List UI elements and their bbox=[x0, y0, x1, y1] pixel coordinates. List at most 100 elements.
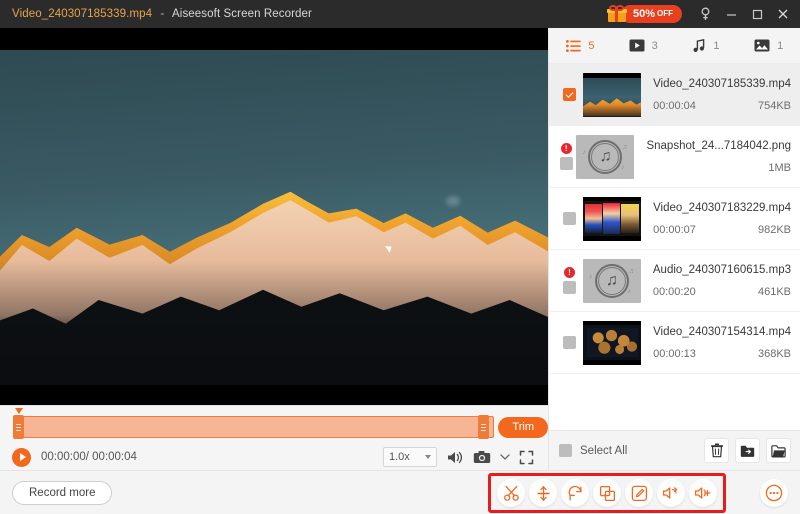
select-all-checkbox[interactable] bbox=[559, 444, 572, 457]
transport-bar: Trim 00:00:00/ 00:00:04 1.0x bbox=[0, 405, 548, 470]
trim-handle-right[interactable] bbox=[478, 415, 489, 439]
more-tool[interactable] bbox=[760, 479, 788, 507]
item-filename: Snapshot_24...7184042.png bbox=[646, 140, 791, 152]
filter-audio[interactable]: 1 bbox=[675, 28, 738, 64]
split-tool[interactable] bbox=[529, 479, 557, 507]
list-item[interactable]: Video_240307183229.mp4 00:00:07 982KB bbox=[549, 188, 800, 250]
crop-tool[interactable] bbox=[593, 479, 621, 507]
item-select-area[interactable]: ! bbox=[559, 143, 573, 170]
trim-range[interactable] bbox=[14, 416, 494, 438]
item-meta: Audio_240307160615.mp3 00:00:20 461KB bbox=[653, 264, 800, 298]
music-note-icon: ♫ bbox=[595, 264, 629, 298]
close-button[interactable] bbox=[770, 0, 796, 28]
export-button[interactable] bbox=[735, 438, 760, 463]
fullscreen-icon[interactable] bbox=[519, 450, 534, 465]
key-icon[interactable] bbox=[692, 0, 718, 28]
warning-icon: ! bbox=[561, 143, 572, 154]
item-checkbox[interactable] bbox=[563, 336, 576, 349]
delete-button[interactable] bbox=[704, 438, 729, 463]
title-file-name: Video_240307185339.mp4 bbox=[12, 8, 152, 20]
media-panel-actions bbox=[704, 438, 791, 463]
title-bar-controls: 50% OFF bbox=[607, 0, 800, 28]
volume-tool[interactable] bbox=[689, 479, 717, 507]
chevron-down-icon bbox=[425, 455, 431, 459]
warning-icon: ! bbox=[564, 267, 575, 278]
minimize-button[interactable] bbox=[718, 0, 744, 28]
item-checkbox[interactable] bbox=[563, 281, 576, 294]
video-icon bbox=[629, 39, 645, 52]
media-list[interactable]: Video_240307185339.mp4 00:00:04 754KB ! … bbox=[549, 64, 800, 430]
item-duration: 00:00:13 bbox=[653, 348, 696, 360]
music-note-icon: ♫ bbox=[588, 140, 622, 174]
item-size: 368KB bbox=[758, 348, 791, 360]
filter-video[interactable]: 3 bbox=[612, 28, 675, 64]
promo-badge[interactable]: 50% OFF bbox=[621, 5, 682, 23]
filter-audio-count: 1 bbox=[713, 40, 719, 52]
play-button[interactable] bbox=[12, 448, 31, 467]
moon bbox=[446, 196, 460, 206]
snapshot-camera-icon[interactable] bbox=[473, 450, 491, 464]
playback-speed-select[interactable]: 1.0x bbox=[383, 447, 437, 467]
maximize-button[interactable] bbox=[744, 0, 770, 28]
media-filter-tabs: 5 3 1 1 bbox=[549, 28, 800, 64]
filter-image[interactable]: 1 bbox=[737, 28, 800, 64]
media-panel: 5 3 1 1 bbox=[548, 28, 800, 470]
item-duration: 00:00:20 bbox=[653, 286, 696, 298]
item-checkbox[interactable] bbox=[563, 88, 576, 101]
list-item[interactable]: Video_240307185339.mp4 00:00:04 754KB bbox=[549, 64, 800, 126]
item-filename: Video_240307183229.mp4 bbox=[653, 202, 791, 214]
item-size: 1MB bbox=[768, 162, 791, 174]
item-select-area[interactable] bbox=[559, 212, 580, 225]
record-more-button[interactable]: Record more bbox=[12, 481, 112, 505]
item-filename: Video_240307154314.mp4 bbox=[653, 326, 791, 338]
image-icon bbox=[754, 39, 770, 52]
time-display: 00:00:00/ 00:00:04 bbox=[41, 451, 137, 463]
volume-icon[interactable] bbox=[446, 450, 464, 465]
item-thumbnail bbox=[583, 197, 641, 241]
list-item[interactable]: Video_240307154314.mp4 00:00:13 368KB bbox=[549, 312, 800, 374]
trim-tool[interactable] bbox=[497, 479, 525, 507]
trim-handle-left[interactable] bbox=[13, 415, 24, 439]
item-thumbnail: ♫ ♪ ♫ ♪ bbox=[576, 135, 634, 179]
media-panel-footer: Select All bbox=[549, 430, 800, 470]
playhead-marker[interactable] bbox=[15, 408, 23, 414]
list-item[interactable]: ! ♫ ♪ ♫ ♪ Audio_240307160615.mp3 00:00:2… bbox=[549, 250, 800, 312]
video-preview[interactable] bbox=[0, 28, 548, 405]
filter-image-count: 1 bbox=[777, 40, 783, 52]
item-meta: Video_240307185339.mp4 00:00:04 754KB bbox=[653, 78, 800, 112]
foreground-shadow bbox=[0, 315, 548, 385]
item-duration: 00:00:04 bbox=[653, 100, 696, 112]
gift-icon bbox=[607, 5, 627, 23]
bottom-toolbar: Record more bbox=[0, 470, 800, 514]
item-meta: Video_240307154314.mp4 00:00:13 368KB bbox=[653, 326, 800, 360]
item-select-area[interactable] bbox=[559, 88, 580, 101]
music-icon bbox=[692, 39, 706, 53]
item-filename: Video_240307185339.mp4 bbox=[653, 78, 791, 90]
promo-suffix: OFF bbox=[657, 7, 673, 21]
item-meta: Snapshot_24...7184042.png 1MB bbox=[646, 140, 800, 174]
snapshot-dropdown-icon[interactable] bbox=[500, 453, 510, 461]
rotate-tool[interactable] bbox=[561, 479, 589, 507]
open-folder-button[interactable] bbox=[766, 438, 791, 463]
item-size: 982KB bbox=[758, 224, 791, 236]
item-checkbox[interactable] bbox=[560, 157, 573, 170]
timeline[interactable] bbox=[14, 416, 488, 438]
item-meta: Video_240307183229.mp4 00:00:07 982KB bbox=[653, 202, 800, 236]
filter-all-count: 5 bbox=[588, 40, 594, 52]
promo-banner[interactable]: 50% OFF bbox=[607, 4, 682, 24]
edit-tool[interactable] bbox=[625, 479, 653, 507]
title-bar: Video_240307185339.mp4 - Aiseesoft Scree… bbox=[0, 0, 800, 28]
item-filename: Audio_240307160615.mp3 bbox=[653, 264, 791, 276]
screen-recorder-window: Video_240307185339.mp4 - Aiseesoft Scree… bbox=[0, 0, 800, 514]
promo-percent: 50% bbox=[633, 7, 655, 21]
select-all-control[interactable]: Select All bbox=[559, 444, 627, 457]
item-select-area[interactable] bbox=[559, 336, 580, 349]
item-duration: 00:00:07 bbox=[653, 224, 696, 236]
item-size: 461KB bbox=[758, 286, 791, 298]
item-checkbox[interactable] bbox=[563, 212, 576, 225]
audio-effect-tool[interactable] bbox=[657, 479, 685, 507]
list-item[interactable]: ! ♫ ♪ ♫ ♪ Snapshot_24...7184042.png 1MB bbox=[549, 126, 800, 188]
trim-button[interactable]: Trim bbox=[498, 417, 548, 438]
item-select-area[interactable]: ! bbox=[559, 267, 580, 294]
filter-all[interactable]: 5 bbox=[549, 28, 612, 64]
